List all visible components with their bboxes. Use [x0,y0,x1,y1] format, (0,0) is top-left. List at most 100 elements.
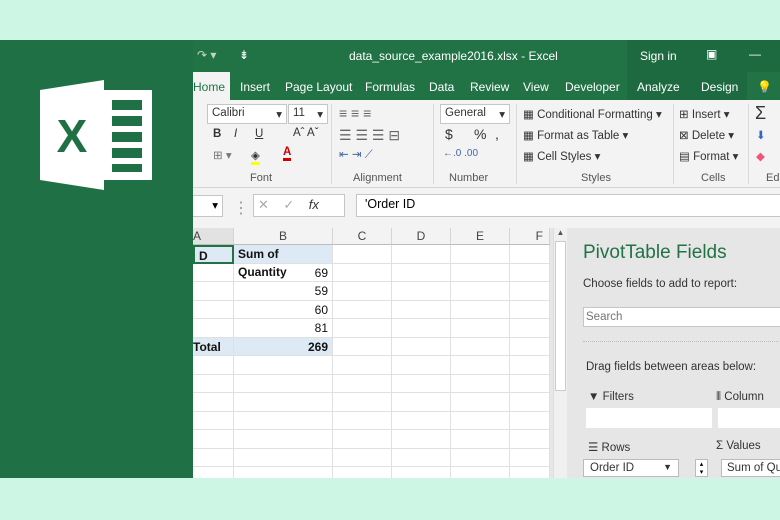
cell[interactable] [451,467,510,478]
cell[interactable] [510,337,550,356]
column-header-b[interactable]: B [234,228,333,245]
cell[interactable] [193,282,234,301]
cell[interactable] [510,467,550,478]
worksheet-grid[interactable]: A B C D E F D Sum of Quantity 69 59 60 81 Tota… [193,228,550,478]
redo-icon[interactable]: ↷ ▾ [197,48,216,62]
tab-view[interactable]: View [523,80,549,94]
italic-button[interactable]: I [234,128,237,140]
cell[interactable] [333,430,392,449]
quantity-value[interactable]: 59 [234,282,333,301]
quantity-value[interactable]: 69 [234,263,333,282]
sum-of-quantity-header[interactable]: Sum of Quantity [234,245,333,279]
font-name-select[interactable]: Calibri ▾ [207,104,287,124]
cell[interactable] [451,263,510,282]
cell[interactable] [193,430,234,449]
comma-button[interactable]: , [495,126,499,142]
sign-in-link[interactable]: Sign in [640,49,677,63]
cell[interactable] [193,263,234,282]
cell[interactable] [234,393,333,412]
cell[interactable] [451,393,510,412]
cell[interactable] [510,374,550,393]
insert-cells-button[interactable]: ⊞ Insert ▾ [679,107,730,121]
filters-drop-area[interactable] [586,408,712,428]
cell[interactable] [193,356,234,375]
grand-total-value[interactable]: 269 [234,337,333,356]
cell[interactable] [510,282,550,301]
cell[interactable] [333,263,392,282]
cell[interactable] [510,263,550,282]
enter-icon[interactable]: ✓ [283,197,294,212]
cell[interactable] [451,319,510,338]
cell[interactable] [193,448,234,467]
rows-field-order-id[interactable]: Order ID ▼ [583,459,679,477]
formula-input[interactable]: 'Order ID [356,194,780,217]
tab-page-layout[interactable]: Page Layout [285,80,352,94]
row-labels-header[interactable]: D [193,245,234,264]
grand-total-label[interactable]: Total [193,337,234,356]
ribbon-display-icon[interactable]: ▣ [706,47,717,61]
font-color-icon[interactable]: A [283,146,292,161]
cell[interactable] [193,467,234,478]
column-header-f[interactable]: F [510,228,550,245]
font-size-select[interactable]: 11 ▾ [288,104,328,124]
cell[interactable] [510,356,550,375]
cell[interactable] [234,430,333,449]
vertical-scrollbar[interactable]: ▲ [553,228,567,478]
cell[interactable] [234,411,333,430]
delete-cells-button[interactable]: ⊠ Delete ▾ [679,128,734,142]
cell[interactable] [392,263,451,282]
cell[interactable] [392,319,451,338]
format-cells-button[interactable]: ▤ Format ▾ [679,149,738,163]
cancel-icon[interactable]: ✕ [258,197,269,212]
tab-formulas[interactable]: Formulas [365,80,415,94]
cell[interactable] [510,300,550,319]
cell[interactable] [451,300,510,319]
cell[interactable] [234,374,333,393]
cell[interactable] [333,467,392,478]
conditional-formatting-button[interactable]: ▦ Conditional Formatting ▾ [523,107,662,121]
cell[interactable] [451,245,510,264]
cell[interactable] [193,319,234,338]
cell[interactable] [392,300,451,319]
customize-toolbar-icon[interactable]: ⇟ [239,48,249,62]
fx-icon[interactable]: fx [309,197,319,212]
tab-insert[interactable]: Insert [240,80,270,94]
underline-button[interactable]: U [255,128,263,140]
cell[interactable] [193,374,234,393]
cell[interactable] [392,393,451,412]
decimal-icon[interactable]: ←.0 .00 [443,148,478,159]
bold-button[interactable]: B [213,128,221,140]
cell[interactable] [333,319,392,338]
column-header-a[interactable]: A [193,228,234,245]
tab-home[interactable]: Home [193,80,225,94]
columns-drop-area[interactable] [718,408,780,428]
tab-design[interactable]: Design [701,80,738,94]
tell-me-icon[interactable]: 💡 [757,80,772,94]
cell[interactable] [510,411,550,430]
values-field-sum-quantity[interactable]: Sum of Qua [721,459,780,477]
cell[interactable] [451,282,510,301]
cell[interactable] [333,356,392,375]
column-header-d[interactable]: D [392,228,451,245]
tab-analyze[interactable]: Analyze [637,80,680,94]
cell[interactable] [193,393,234,412]
column-header-c[interactable]: C [333,228,392,245]
tab-review[interactable]: Review [470,80,509,94]
cell[interactable] [234,356,333,375]
cell[interactable] [392,245,451,264]
minimize-icon[interactable]: — [749,47,761,61]
cell[interactable] [333,337,392,356]
cell[interactable] [510,430,550,449]
cell[interactable] [193,411,234,430]
cell[interactable] [333,282,392,301]
cell[interactable] [510,448,550,467]
format-as-table-button[interactable]: ▦ Format as Table ▾ [523,128,628,142]
cell[interactable] [510,319,550,338]
cell[interactable] [392,337,451,356]
cell[interactable] [451,356,510,375]
fill-color-icon[interactable]: ◈ [251,148,260,165]
cell[interactable] [333,448,392,467]
cell[interactable] [392,430,451,449]
cell[interactable] [392,467,451,478]
cell[interactable] [510,393,550,412]
